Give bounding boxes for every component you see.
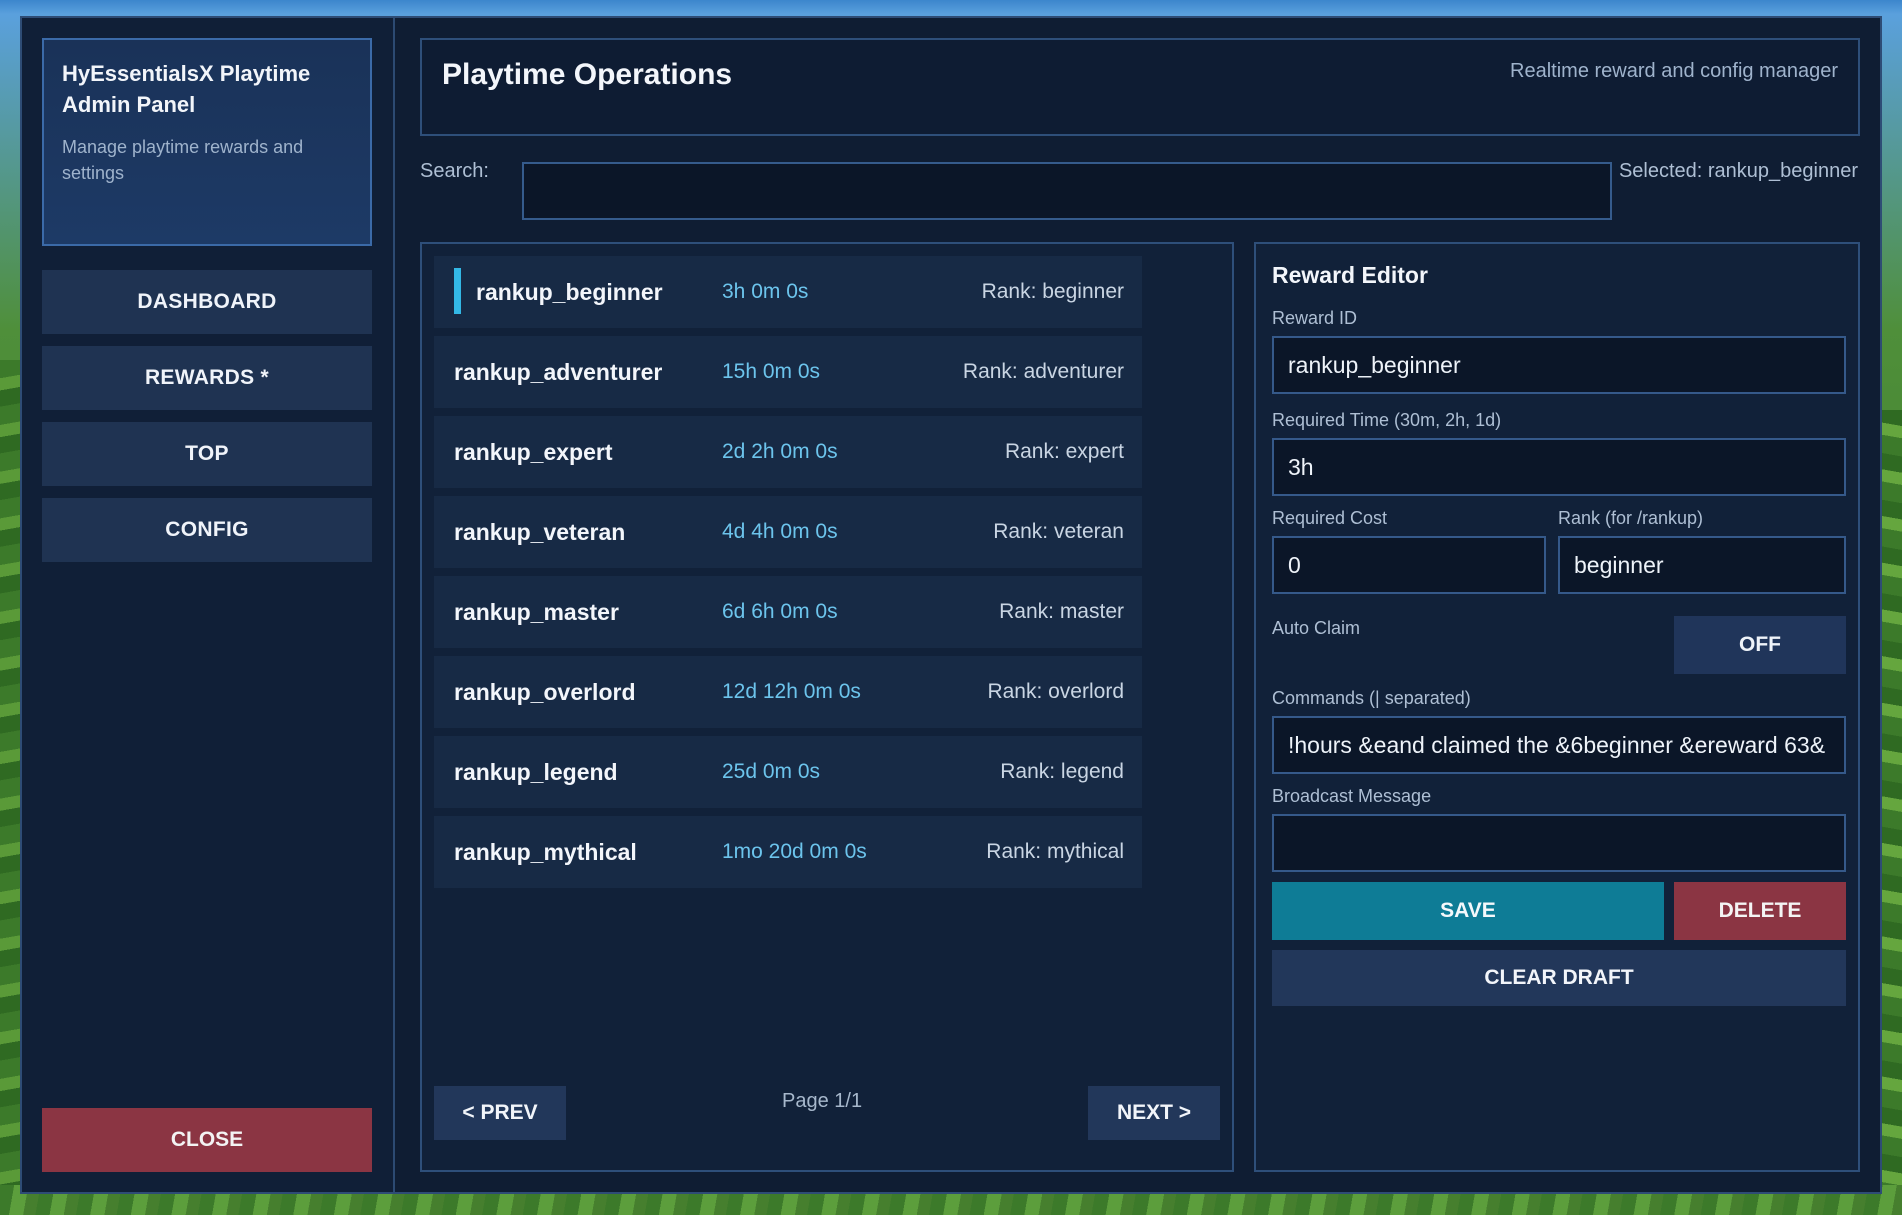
reward-rank: Rank: overlord [987,680,1124,703]
commands-input[interactable] [1272,716,1846,774]
reward-time: 15h 0m 0s [722,360,821,383]
background-grass-left [0,360,22,1200]
reward-rank: Rank: adventurer [962,360,1124,383]
reward-id: rankup_beginner [476,279,663,305]
reward-row-rankup-legend[interactable]: rankup_legend 25d 0m 0s Rank: legend [434,736,1142,808]
admin-panel-window: HyEssentialsX Playtime Admin Panel Manag… [20,16,1882,1194]
selected-reward-label: Selected: rankup_beginner [1618,160,1858,182]
rank-input[interactable] [1558,536,1846,594]
reward-list-panel: rankup_beginner 3h 0m 0s Rank: beginner … [420,242,1234,1172]
save-button[interactable]: SAVE [1272,882,1664,940]
reward-id: rankup_legend [454,759,618,785]
reward-time: 3h 0m 0s [722,280,809,303]
reward-row-rankup-beginner[interactable]: rankup_beginner 3h 0m 0s Rank: beginner [434,256,1142,328]
background-grass-right [1880,410,1902,1200]
required-time-label: Required Time (30m, 2h, 1d) [1272,410,1502,430]
prev-page-button[interactable]: < PREV [434,1086,566,1140]
reward-id: rankup_master [454,599,619,625]
nav-rewards-button[interactable]: REWARDS * [42,346,372,410]
reward-id: rankup_veteran [454,519,626,545]
auto-claim-label: Auto Claim [1272,618,1361,638]
required-cost-label: Required Cost [1272,508,1388,528]
sidebar: HyEssentialsX Playtime Admin Panel Manag… [22,18,395,1192]
reward-row-rankup-veteran[interactable]: rankup_veteran 4d 4h 0m 0s Rank: veteran [434,496,1142,568]
reward-row-rankup-expert[interactable]: rankup_expert 2d 2h 0m 0s Rank: expert [434,416,1142,488]
delete-button[interactable]: DELETE [1674,882,1846,940]
reward-rank: Rank: beginner [981,280,1124,303]
required-cost-input[interactable] [1272,536,1546,594]
reward-time: 2d 2h 0m 0s [722,440,838,463]
reward-id: rankup_expert [454,439,613,465]
rank-label: Rank (for /rankup) [1558,508,1704,528]
reward-id: rankup_overlord [454,679,636,705]
brand-title: HyEssentialsX Playtime Admin Panel [62,61,311,117]
brand-subtitle: Manage playtime rewards and settings [62,137,304,183]
nav-top-button[interactable]: TOP [42,422,372,486]
auto-claim-toggle[interactable]: OFF [1674,616,1846,674]
selected-row-indicator [454,268,461,314]
broadcast-message-label: Broadcast Message [1272,786,1432,806]
reward-id-label: Reward ID [1272,308,1358,328]
reward-row-rankup-overlord[interactable]: rankup_overlord 12d 12h 0m 0s Rank: over… [434,656,1142,728]
brand-card: HyEssentialsX Playtime Admin Panel Manag… [42,38,372,246]
reward-rank: Rank: mythical [986,840,1124,863]
required-time-input[interactable] [1272,438,1846,496]
search-label: Search: [420,160,489,182]
reward-rank: Rank: expert [1004,440,1124,463]
page-header: Playtime Operations Realtime reward and … [420,38,1860,136]
reward-editor-panel: Reward Editor Reward ID Required Time (3… [1254,242,1860,1172]
reward-id: rankup_mythical [454,839,637,865]
page-title: Playtime Operations [442,58,733,91]
nav-config-button[interactable]: CONFIG [42,498,372,562]
page-subtitle: Realtime reward and config manager [1510,60,1838,82]
reward-id: rankup_adventurer [454,359,663,385]
reward-rank: Rank: master [999,600,1124,623]
reward-row-rankup-master[interactable]: rankup_master 6d 6h 0m 0s Rank: master [434,576,1142,648]
reward-id-input[interactable] [1272,336,1846,394]
next-page-button[interactable]: NEXT > [1088,1086,1220,1140]
reward-row-rankup-adventurer[interactable]: rankup_adventurer 15h 0m 0s Rank: advent… [434,336,1142,408]
clear-draft-button[interactable]: CLEAR DRAFT [1272,950,1846,1006]
reward-time: 6d 6h 0m 0s [722,600,838,623]
close-button[interactable]: CLOSE [42,1108,372,1172]
reward-rank: Rank: veteran [993,520,1124,543]
reward-time: 12d 12h 0m 0s [722,680,861,703]
commands-label: Commands (| separated) [1272,688,1471,708]
reward-time: 4d 4h 0m 0s [722,520,838,543]
page-indicator: Page 1/1 [782,1090,863,1112]
reward-row-rankup-mythical[interactable]: rankup_mythical 1mo 20d 0m 0s Rank: myth… [434,816,1142,888]
reward-time: 1mo 20d 0m 0s [722,840,867,863]
search-input[interactable] [522,162,1612,220]
reward-rank: Rank: legend [1000,760,1124,783]
reward-time: 25d 0m 0s [722,760,821,783]
nav-dashboard-button[interactable]: DASHBOARD [42,270,372,334]
broadcast-message-input[interactable] [1272,814,1846,872]
editor-title: Reward Editor [1272,262,1428,288]
